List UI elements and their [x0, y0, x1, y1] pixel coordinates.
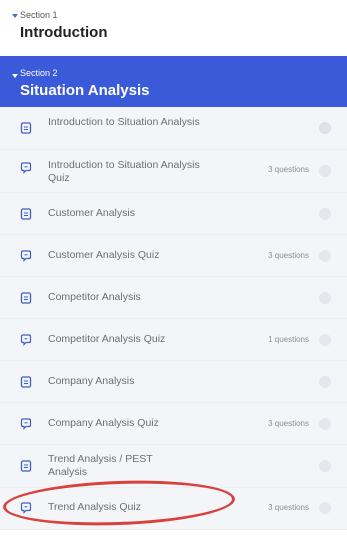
completion-status-indicator: [319, 208, 331, 220]
quiz-title: Competitor Analysis Quiz: [48, 333, 166, 345]
quiz-title: Company Analysis Quiz: [48, 417, 159, 429]
lesson-item[interactable]: Competitor Analysis: [0, 277, 347, 319]
lesson-title: Trend Analysis / PEST Analysis: [48, 453, 153, 478]
quiz-bubble-icon: [20, 418, 32, 430]
question-count: 3 questions: [268, 419, 309, 428]
quiz-bubble-icon: [20, 334, 32, 346]
section-1-title: Introduction: [20, 24, 108, 41]
completion-status-indicator: [319, 122, 331, 134]
question-count: 3 questions: [268, 251, 309, 260]
document-icon: [20, 208, 32, 220]
lesson-title: Introduction to Situation Analysis: [48, 116, 200, 128]
lesson-title: Customer Analysis: [48, 207, 135, 219]
lesson-item[interactable]: Company Analysis: [0, 361, 347, 403]
question-count: 3 questions: [268, 503, 309, 512]
lesson-item[interactable]: Introduction to Situation Analysis: [0, 107, 347, 150]
quiz-bubble-icon: [20, 162, 32, 174]
caret-down-icon: [12, 14, 18, 18]
question-count: 3 questions: [268, 165, 309, 174]
quiz-item[interactable]: Introduction to Situation Analysis Quiz …: [0, 150, 347, 193]
section-2-title: Situation Analysis: [20, 82, 150, 99]
document-icon: [20, 376, 32, 388]
section-2-number: Section 2: [20, 68, 58, 78]
completion-status-indicator: [319, 418, 331, 430]
section-1-number: Section 1: [20, 10, 58, 20]
document-icon: [20, 292, 32, 304]
completion-status-indicator: [319, 292, 331, 304]
caret-down-icon: [12, 74, 18, 78]
quiz-item[interactable]: Company Analysis Quiz 3 questions: [0, 403, 347, 445]
quiz-title: Introduction to Situation Analysis Quiz: [48, 159, 200, 184]
quiz-bubble-icon: [20, 250, 32, 262]
completion-status-indicator: [319, 376, 331, 388]
document-icon: [20, 122, 32, 134]
lesson-title: Company Analysis: [48, 375, 135, 387]
lesson-list: Introduction to Situation Analysis Intro…: [0, 107, 347, 530]
section-1-header[interactable]: Section 1 Introduction: [0, 0, 347, 56]
quiz-title: Customer Analysis Quiz: [48, 249, 160, 261]
completion-status-indicator: [319, 334, 331, 346]
completion-status-indicator: [319, 165, 331, 177]
lesson-item[interactable]: Customer Analysis: [0, 193, 347, 235]
document-icon: [20, 460, 32, 472]
lesson-title: Competitor Analysis: [48, 291, 141, 303]
section-2-header[interactable]: Section 2 Situation Analysis: [0, 56, 347, 107]
completion-status-indicator: [319, 460, 331, 472]
quiz-item[interactable]: Customer Analysis Quiz 3 questions: [0, 235, 347, 277]
question-count: 1 questions: [268, 335, 309, 344]
quiz-item[interactable]: Competitor Analysis Quiz 1 questions: [0, 319, 347, 361]
completion-status-indicator: [319, 250, 331, 262]
completion-status-indicator: [319, 502, 331, 514]
